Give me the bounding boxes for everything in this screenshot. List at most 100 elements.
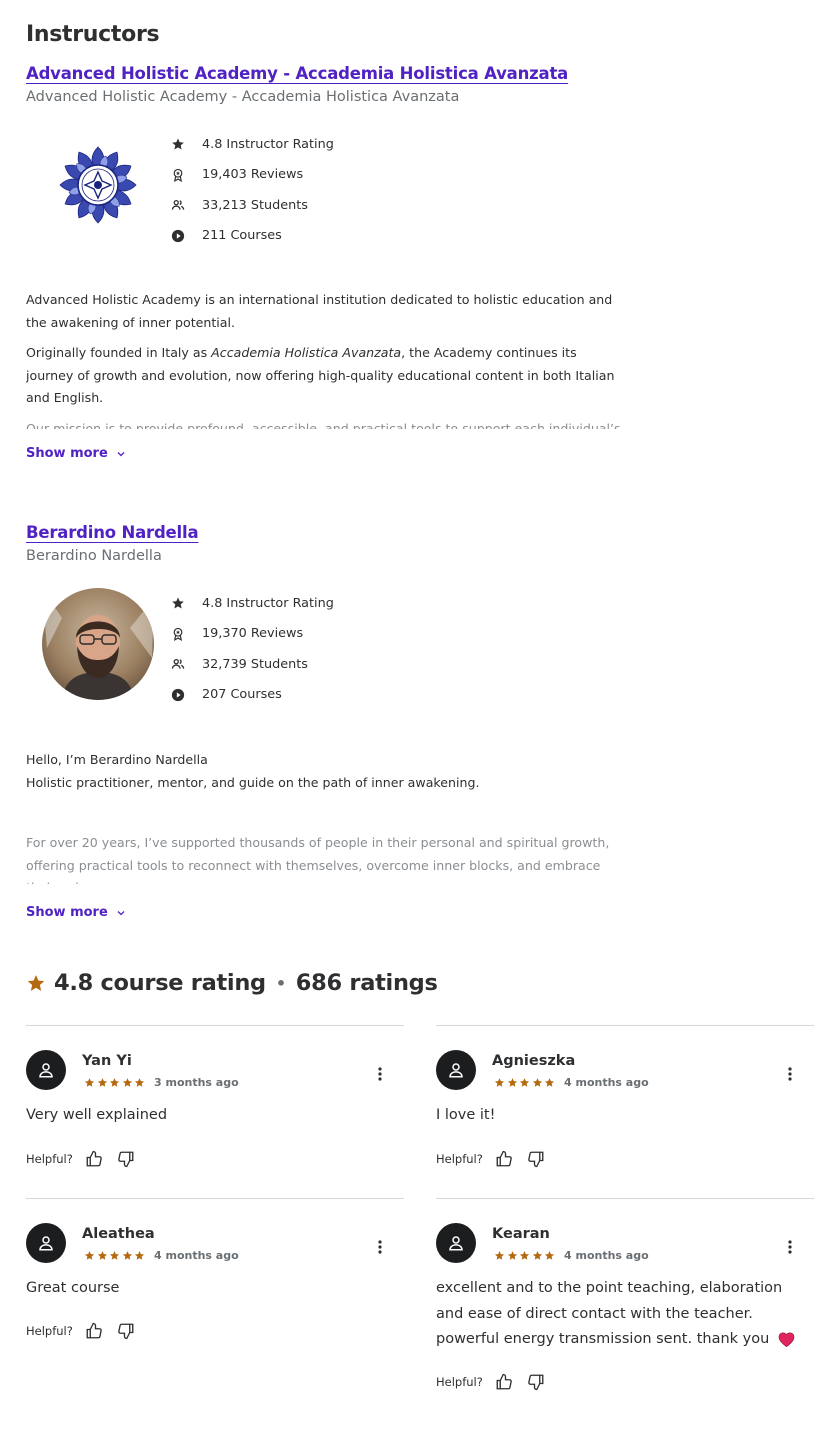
- thumbs-up-icon: [86, 1150, 102, 1167]
- more-vertical-icon: [378, 1067, 382, 1081]
- instructor-reviews: 19,403 Reviews: [171, 160, 334, 191]
- star-icon: [97, 1251, 107, 1260]
- review-card: Yan Yi 3 months ago Very well explained …: [26, 1025, 404, 1197]
- instructor-stats: 4.8 Instructor Rating 19,403 Reviews 33,…: [171, 129, 334, 251]
- reviews-text: 19,370 Reviews: [202, 626, 304, 642]
- star-icon: [507, 1251, 517, 1260]
- course-rating-header: 4.8 course rating • 686 ratings: [26, 970, 438, 996]
- thumbs-up-button[interactable]: [493, 1148, 515, 1170]
- instructor-rating: 4.8 Instructor Rating: [171, 129, 334, 160]
- thumbs-up-button[interactable]: [83, 1148, 105, 1170]
- star-icon: [171, 137, 185, 151]
- star-icon: [109, 1251, 120, 1260]
- reviews-text: 19,403 Reviews: [202, 167, 304, 183]
- show-more-button[interactable]: Show more: [26, 905, 126, 920]
- instructor-photo[interactable]: [42, 588, 154, 700]
- review-card: Agnieszka 4 months ago I love it! Helpfu…: [436, 1025, 814, 1197]
- courses-text: 207 Courses: [202, 687, 282, 703]
- instructor-stats: 4.8 Instructor Rating 19,370 Reviews 32,…: [171, 588, 334, 710]
- review-card: Kearan 4 months ago excellent and to the…: [436, 1198, 814, 1418]
- thumbs-down-button[interactable]: [525, 1371, 547, 1393]
- star-icon: [134, 1078, 145, 1087]
- instructor-rating: 4.8 Instructor Rating: [171, 588, 334, 619]
- instructor-students: 33,213 Students: [171, 190, 334, 221]
- helpful-label: Helpful?: [436, 1375, 483, 1389]
- more-options-button[interactable]: [780, 1064, 800, 1084]
- instructor-bio: Hello, I’m Berardino Nardella Holistic p…: [26, 749, 626, 899]
- star-icon: [532, 1251, 542, 1260]
- helpful-label: Helpful?: [26, 1152, 73, 1166]
- more-options-button[interactable]: [370, 1237, 390, 1257]
- instructor-courses: 207 Courses: [171, 680, 334, 711]
- user-icon: [39, 1063, 53, 1078]
- thumbs-down-button[interactable]: [525, 1148, 547, 1170]
- star-icon: [507, 1078, 517, 1087]
- rating-text: 4.8 Instructor Rating: [202, 595, 334, 611]
- review-time: 4 months ago: [154, 1249, 239, 1262]
- show-more-button[interactable]: Show more: [26, 446, 126, 461]
- helpful-row: Helpful?: [26, 1320, 137, 1342]
- star-icon: [84, 1251, 95, 1260]
- instructor-reviews: 19,370 Reviews: [171, 619, 334, 650]
- review-stars: [494, 1077, 555, 1088]
- user-avatar: [26, 1050, 66, 1090]
- thumbs-down-icon: [118, 1323, 134, 1340]
- instructor-portrait: [42, 588, 154, 700]
- review-text: Great course: [26, 1280, 120, 1296]
- review-time: 3 months ago: [154, 1076, 239, 1089]
- review-stars: [494, 1250, 555, 1261]
- star-icon: [532, 1078, 542, 1087]
- bio-text: Originally founded in Italy as: [26, 345, 212, 360]
- instructor-logo[interactable]: [42, 129, 154, 241]
- thumbs-up-icon: [496, 1150, 512, 1167]
- more-options-button[interactable]: [370, 1064, 390, 1084]
- review-stars: [84, 1077, 145, 1088]
- award-icon: [171, 168, 185, 182]
- more-vertical-icon: [788, 1067, 792, 1081]
- award-icon: [171, 627, 185, 641]
- rating-text: 4.8 Instructor Rating: [202, 136, 334, 152]
- review-text: excellent and to the point teaching, ela…: [436, 1280, 783, 1347]
- bio-strong: Advanced Holistic Academy: [26, 292, 201, 307]
- instructor-courses: 211 Courses: [171, 221, 334, 252]
- helpful-row: Helpful?: [436, 1371, 547, 1393]
- thumbs-down-button[interactable]: [115, 1320, 137, 1342]
- reviewer-name: Agnieszka: [492, 1053, 576, 1069]
- star-icon: [494, 1078, 505, 1087]
- students-icon: [171, 198, 185, 212]
- star-icon: [109, 1078, 120, 1087]
- reviewer-name: Kearan: [492, 1226, 550, 1242]
- thumbs-down-button[interactable]: [115, 1148, 137, 1170]
- star-icon: [544, 1078, 555, 1087]
- ratings-count: 686 ratings: [295, 970, 438, 996]
- review-text: I love it!: [436, 1107, 496, 1123]
- separator-dot: •: [275, 973, 286, 993]
- thumbs-up-button[interactable]: [493, 1371, 515, 1393]
- user-icon: [39, 1236, 53, 1251]
- reviewer-name: Aleathea: [82, 1226, 155, 1242]
- instructors-title: Instructors: [26, 22, 160, 47]
- academy-mandala-logo: [59, 146, 137, 224]
- instructor-students: 32,739 Students: [171, 649, 334, 680]
- helpful-label: Helpful?: [436, 1152, 483, 1166]
- more-options-button[interactable]: [780, 1237, 800, 1257]
- instructor-subtitle: Advanced Holistic Academy - Accademia Ho…: [26, 89, 460, 105]
- review-card: Aleathea 4 months ago Great course Helpf…: [26, 1198, 404, 1370]
- students-text: 32,739 Students: [202, 656, 308, 672]
- bio-faded-text: For over 20 years, I’ve supported thousa…: [26, 835, 610, 884]
- thumbs-up-icon: [86, 1322, 102, 1339]
- students-text: 33,213 Students: [202, 197, 308, 213]
- thumbs-up-button[interactable]: [83, 1320, 105, 1342]
- helpful-row: Helpful?: [436, 1148, 547, 1170]
- thumbs-down-icon: [118, 1151, 134, 1168]
- show-more-label: Show more: [26, 905, 108, 920]
- star-icon: [519, 1251, 530, 1260]
- students-icon: [171, 657, 185, 671]
- heart-icon: [778, 1331, 795, 1347]
- star-icon: [544, 1251, 555, 1260]
- instructor-name-link[interactable]: Berardino Nardella: [26, 523, 199, 542]
- chevron-down-icon: [117, 910, 125, 915]
- instructor-name-link[interactable]: Advanced Holistic Academy - Accademia Ho…: [26, 64, 568, 83]
- star-icon: [519, 1078, 530, 1087]
- instructor-subtitle: Berardino Nardella: [26, 548, 162, 564]
